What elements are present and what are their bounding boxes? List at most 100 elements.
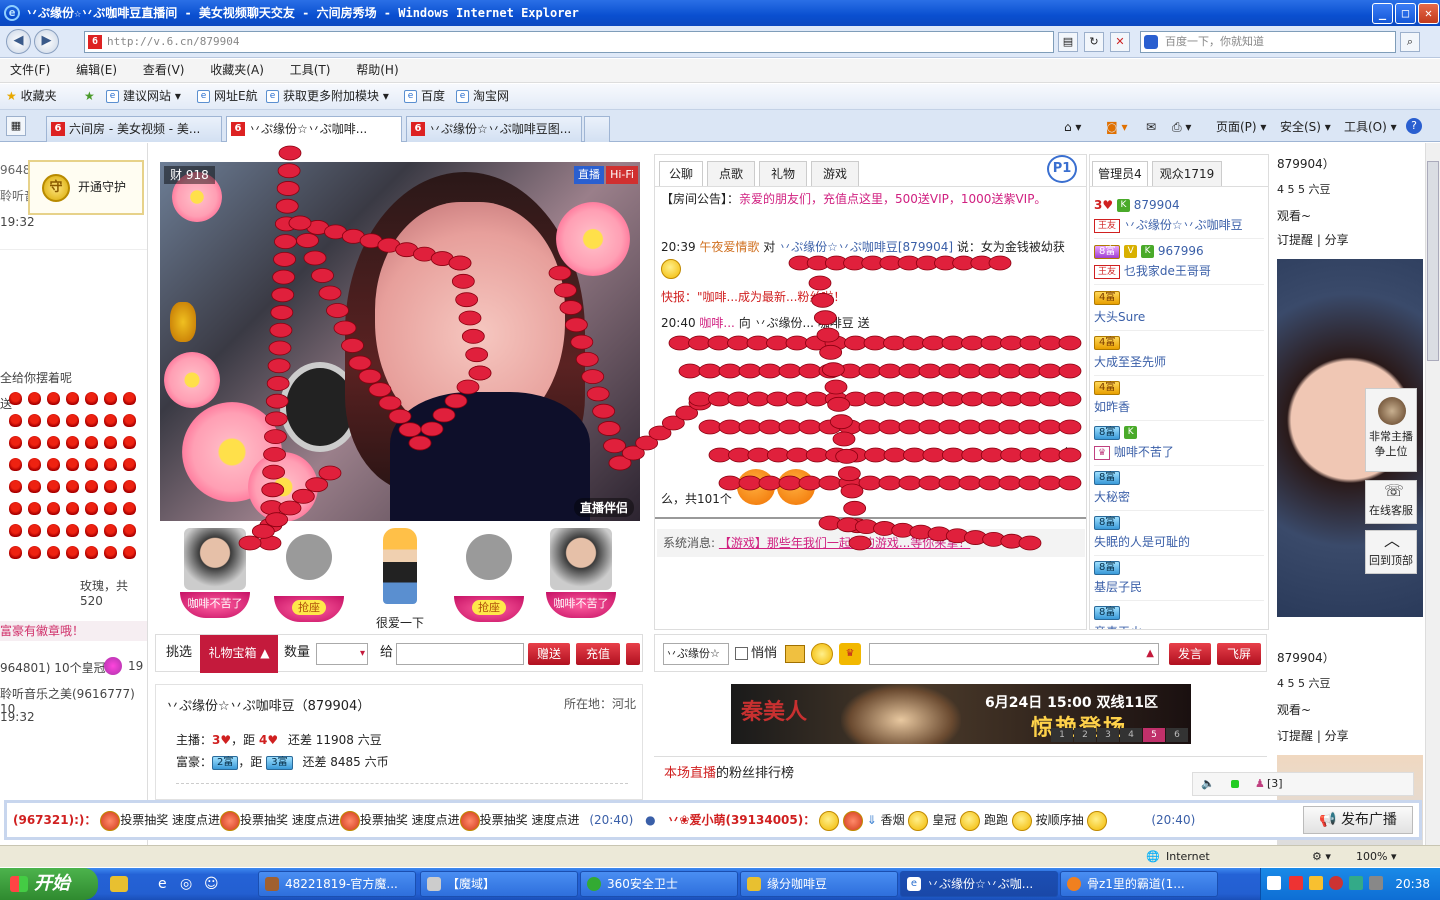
user-item[interactable]: 4富 大头Sure: [1094, 287, 1264, 331]
tools-menu[interactable]: 工具(O) ▾: [1344, 118, 1397, 136]
seat-3[interactable]: 很爱一下: [370, 528, 430, 630]
right-text[interactable]: 订提醒 | 分享: [1277, 727, 1349, 744]
stop-icon[interactable]: ✕: [1110, 32, 1130, 52]
guard-button[interactable]: 守 开通守护: [28, 160, 144, 215]
safety-menu[interactable]: 安全(S) ▾: [1280, 118, 1331, 136]
fly-screen-button[interactable]: 飞屏: [1217, 643, 1261, 665]
gift-side-icon[interactable]: [626, 643, 640, 665]
tab-admins[interactable]: 管理员4: [1092, 161, 1148, 187]
scrollbar-thumb[interactable]: [1427, 161, 1439, 361]
user-item[interactable]: 8富 基层子民: [1094, 557, 1264, 601]
taskbar-item[interactable]: 【魔域】: [420, 871, 578, 897]
online-service-button[interactable]: ☏ 在线客服: [1365, 480, 1417, 524]
broadcast-user[interactable]: 丷❀爱小萌(39134005)：: [667, 813, 815, 827]
new-tab-button[interactable]: [584, 116, 610, 142]
print-icon[interactable]: ⎙ ▾: [1172, 118, 1191, 136]
system-text[interactable]: 【游戏】那些年我们一起玩的游戏...等你来拿！: [719, 536, 970, 550]
user-item[interactable]: 8富 失眠的人是可耻的: [1094, 512, 1264, 556]
recharge-button[interactable]: 充值: [576, 643, 620, 665]
menu-tools[interactable]: 工具(T): [290, 59, 331, 81]
mail-icon[interactable]: ✉: [1146, 118, 1156, 136]
volume-tray-icon[interactable]: [1369, 876, 1383, 890]
ie-quicklaunch-icon[interactable]: e: [158, 876, 167, 892]
start-button[interactable]: 开始: [0, 868, 98, 900]
tray-icon[interactable]: [1267, 876, 1281, 890]
p1-badge[interactable]: P1: [1047, 155, 1077, 183]
taskbar-item[interactable]: 360安全卫士: [580, 871, 738, 897]
protected-mode-icon[interactable]: ⚙ ▾: [1312, 846, 1331, 868]
user-item[interactable]: 8富竞毒天火: [1094, 602, 1264, 629]
search-icon[interactable]: ⌕: [1400, 32, 1420, 52]
page-scrollbar[interactable]: [1425, 143, 1440, 845]
tab-photos[interactable]: 6 丷ぷ缘份☆丷ぷ咖啡豆图...: [406, 116, 582, 142]
tray-icon[interactable]: [1309, 876, 1323, 890]
tab-public-chat[interactable]: 公聊: [659, 161, 703, 187]
page-menu[interactable]: 页面(P) ▾: [1216, 118, 1266, 136]
image-icon[interactable]: [785, 645, 805, 663]
quicklaunch-icon[interactable]: [110, 876, 128, 892]
fav-addons[interactable]: e 获取更多附加模块 ▾: [266, 84, 389, 109]
banner-page[interactable]: 4: [1120, 728, 1142, 742]
gift-box-button[interactable]: 礼物宝箱 ▲: [200, 635, 278, 673]
publish-broadcast-button[interactable]: 📢 发布广播: [1303, 806, 1413, 834]
grab-seat-button[interactable]: 抢座: [454, 596, 524, 622]
seat-5[interactable]: 咖啡不苦了: [546, 528, 616, 626]
user-item[interactable]: 8富 K ♛ 咖啡不苦了: [1094, 422, 1264, 466]
compat-view-icon[interactable]: ▤: [1058, 32, 1078, 52]
menu-view[interactable]: 查看(V): [143, 59, 185, 81]
address-input[interactable]: 6 http://v.6.cn/879904: [84, 31, 1054, 53]
fav-suggested-sites[interactable]: e 建议网站 ▾: [106, 84, 181, 109]
user-item[interactable]: 3♥ K 879904 王友 丷ぷ缘份☆丷ぷ咖啡豆: [1094, 195, 1264, 239]
favorites-button[interactable]: ★ 收藏夹: [6, 84, 57, 109]
chat-target[interactable]: 丷ぷ缘份☆丷ぷ咖啡豆[879904]: [779, 240, 953, 254]
banner-page[interactable]: 3: [1097, 728, 1119, 742]
seat-1[interactable]: 咖啡不苦了: [180, 528, 250, 626]
browser-quicklaunch-icon[interactable]: ◎: [180, 876, 192, 892]
help-icon[interactable]: ?: [1406, 118, 1422, 134]
chat-user[interactable]: 咖啡...: [699, 316, 734, 330]
recipient-input[interactable]: [396, 643, 524, 665]
right-text[interactable]: 订提醒 | 分享: [1277, 231, 1349, 248]
minimize-button[interactable]: _: [1372, 3, 1393, 24]
taskbar-item[interactable]: 骨z1里的霸道(1...: [1060, 871, 1218, 897]
taskbar-item-active[interactable]: e 丷ぷ缘份☆丷ぷ咖...: [900, 871, 1058, 897]
notice-text[interactable]: 亲爱的朋友们，充值点这里，500送VIP，1000送紫VIP。: [739, 192, 1046, 206]
banner-page-active[interactable]: 5: [1143, 728, 1165, 742]
tab-gifts[interactable]: 礼物: [759, 161, 807, 187]
game-ad-banner[interactable]: 秦美人 6月24日 15:00 双线11区 惊艳登场 123456: [731, 684, 1191, 744]
tray-icon[interactable]: [1329, 876, 1343, 890]
tray-icon[interactable]: [1349, 876, 1363, 890]
banner-page[interactable]: 1: [1051, 728, 1073, 742]
banner-page[interactable]: 6: [1166, 728, 1188, 742]
user-item[interactable]: 4富 大成至圣先师: [1094, 332, 1264, 376]
tab-song-request[interactable]: 点歌: [707, 161, 755, 187]
user-item[interactable]: 8富 大秘密: [1094, 467, 1264, 511]
menu-help[interactable]: 帮助(H): [356, 59, 398, 81]
back-icon[interactable]: ◀: [6, 29, 31, 54]
send-message-button[interactable]: 发言: [1169, 643, 1211, 665]
broadcast-user[interactable]: (967321):)：: [13, 813, 96, 827]
rss-icon[interactable]: ◙ ▾: [1106, 118, 1127, 136]
menu-file[interactable]: 文件(F): [10, 59, 50, 81]
tab-games[interactable]: 游戏: [811, 161, 859, 187]
whisper-checkbox[interactable]: [735, 647, 748, 660]
user-item[interactable]: 4富 如昨香: [1094, 377, 1264, 421]
seat-4[interactable]: 抢座: [454, 528, 524, 626]
taskbar-item[interactable]: 缘分咖啡豆: [740, 871, 898, 897]
tab-6rooms-home[interactable]: 6 六间房 - 美女视频 - 美...: [46, 116, 222, 142]
forward-icon[interactable]: ▶: [34, 29, 59, 54]
menu-favorites[interactable]: 收藏夹(A): [210, 59, 264, 81]
emoji-picker-icon[interactable]: [811, 643, 833, 665]
quantity-input[interactable]: ▾: [316, 643, 368, 665]
user-item[interactable]: 8富 V K 967996 王友 乜我家de王哥哥: [1094, 241, 1264, 285]
user-icon[interactable]: ♟: [1255, 773, 1265, 795]
tab-audience[interactable]: 观众1719: [1152, 161, 1222, 187]
search-input[interactable]: 百度一下，你就知道: [1140, 31, 1396, 53]
fav-baidu[interactable]: e 百度: [404, 84, 445, 109]
fav-web-nav[interactable]: e 网址E航: [197, 84, 258, 109]
tab-live-room[interactable]: 6 丷ぷ缘份☆丷ぷ咖啡...: [226, 116, 402, 142]
fav-taobao[interactable]: e 淘宝网: [456, 84, 509, 109]
volume-icon[interactable]: 🔈: [1201, 773, 1215, 795]
back-to-top-button[interactable]: ︿ 回到顶部: [1365, 530, 1417, 574]
recipient-select[interactable]: 丷ぷ缘份☆: [663, 643, 729, 665]
